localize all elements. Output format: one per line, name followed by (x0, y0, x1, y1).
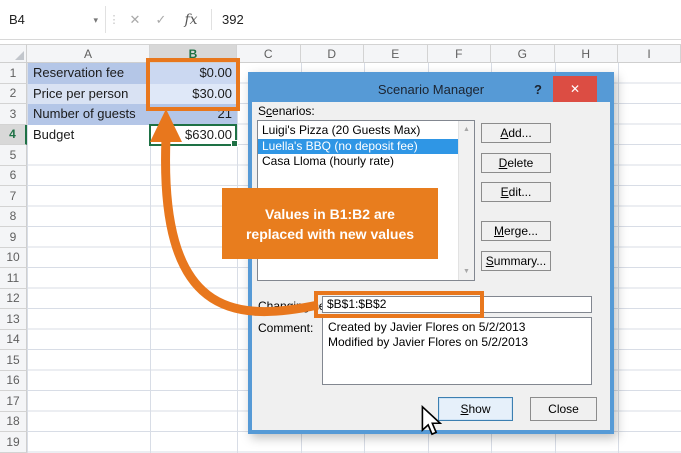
cell-A2[interactable]: Price per person (28, 83, 150, 104)
row-header-19[interactable]: 19 (0, 432, 27, 453)
scenario-item[interactable]: Casa Lloma (hourly rate) (258, 154, 459, 170)
divider (211, 9, 212, 30)
row-header-6[interactable]: 6 (0, 165, 27, 186)
formula-input[interactable]: 392 (222, 6, 244, 33)
cell-A3[interactable]: Number of guests (28, 104, 150, 125)
close-button[interactable]: Close (530, 397, 597, 421)
formula-bar: B4 ▾ ⋮ ✕ ✓ fx 392 (0, 0, 681, 40)
comment-line-2: Modified by Javier Flores on 5/2/2013 (328, 335, 529, 349)
name-box-dropdown-icon[interactable]: ▾ (93, 15, 98, 26)
scroll-down-icon[interactable]: ▼ (459, 264, 474, 279)
dialog-button-edit[interactable]: Edit... (481, 182, 551, 202)
row-header-7[interactable]: 7 (0, 186, 27, 207)
insert-function-icon[interactable]: fx (176, 6, 206, 33)
name-box[interactable]: B4 ▾ (0, 6, 106, 33)
gridline (618, 63, 619, 453)
row-header-2[interactable]: 2 (0, 83, 27, 104)
column-header-C[interactable]: C (237, 44, 301, 63)
help-icon[interactable]: ? (528, 76, 548, 102)
scenario-item[interactable]: Luella's BBQ (no deposit fee) (258, 138, 459, 154)
resize-handle-icon: ⋮ (108, 14, 120, 26)
scrollbar[interactable]: ▲ ▼ (458, 121, 474, 280)
dialog-button-summary[interactable]: Summary... (481, 251, 551, 271)
dialog-button-delete[interactable]: Delete (481, 153, 551, 173)
select-all-corner[interactable] (0, 44, 27, 63)
comment-box[interactable]: Created by Javier Flores on 5/2/2013 Mod… (322, 317, 592, 385)
column-header-G[interactable]: G (491, 44, 555, 63)
column-header-F[interactable]: F (427, 44, 491, 63)
callout-line-2: replaced with new values (245, 225, 415, 242)
callout-line-1: Values in B1:B2 are (265, 205, 395, 222)
dialog-title-bar[interactable]: Scenario Manager ? ✕ (252, 76, 610, 102)
row-header-5[interactable]: 5 (0, 145, 27, 166)
column-header-E[interactable]: E (364, 44, 428, 63)
row-header-14[interactable]: 14 (0, 329, 27, 350)
row-header-12[interactable]: 12 (0, 288, 27, 309)
row-header-17[interactable]: 17 (0, 391, 27, 412)
comment-line-1: Created by Javier Flores on 5/2/2013 (328, 320, 526, 334)
row-header-13[interactable]: 13 (0, 309, 27, 330)
column-header-D[interactable]: D (300, 44, 364, 63)
fill-handle[interactable] (231, 140, 238, 147)
changing-cells-highlight (314, 291, 484, 318)
callout-box: Values in B1:B2 are replaced with new va… (222, 188, 438, 259)
close-icon[interactable]: ✕ (553, 76, 597, 102)
scenarios-label: Scenarios: (258, 104, 315, 118)
name-box-value: B4 (9, 12, 25, 27)
row-header-8[interactable]: 8 (0, 206, 27, 227)
row-header-18[interactable]: 18 (0, 411, 27, 432)
row-header-1[interactable]: 1 (0, 63, 27, 84)
cell-A4[interactable]: Budget (28, 124, 150, 145)
scroll-up-icon[interactable]: ▲ (459, 122, 474, 137)
dialog-button-add[interactable]: Add... (481, 123, 551, 143)
row-header-11[interactable]: 11 (0, 268, 27, 289)
column-header-H[interactable]: H (554, 44, 618, 63)
comment-label: Comment: (258, 321, 314, 335)
row-header-16[interactable]: 16 (0, 370, 27, 391)
row-header-3[interactable]: 3 (0, 104, 27, 125)
dialog-button-merge[interactable]: Merge... (481, 221, 551, 241)
row-header-10[interactable]: 10 (0, 247, 27, 268)
range-highlight-b1-b2 (146, 58, 240, 111)
enter-icon[interactable]: ✓ (148, 6, 174, 33)
excel-window: B4 ▾ ⋮ ✕ ✓ fx 392 ABCDEFGHI 1 2 3 4 5 6 7 8 9 10 1… (0, 0, 681, 453)
row-header-15[interactable]: 15 (0, 350, 27, 371)
column-header-A[interactable]: A (27, 44, 150, 63)
cancel-icon[interactable]: ✕ (122, 6, 148, 33)
show-button[interactable]: Show (438, 397, 513, 421)
active-cell-border-b4 (149, 124, 238, 147)
row-header-4[interactable]: 4 (0, 124, 27, 145)
row-header-9[interactable]: 9 (0, 227, 27, 248)
scenario-item[interactable]: Luigi's Pizza (20 Guests Max) (258, 123, 459, 139)
cell-A1[interactable]: Reservation fee (28, 63, 150, 84)
column-header-I[interactable]: I (618, 44, 681, 63)
